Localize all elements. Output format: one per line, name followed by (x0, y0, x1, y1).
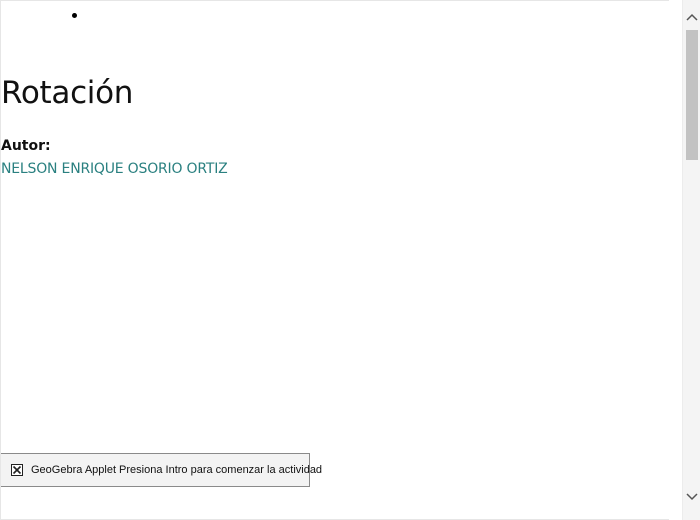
applet-label: GeoGebra Applet Presiona Intro para come… (31, 464, 323, 476)
chevron-up-icon[interactable] (683, 8, 700, 26)
author-link[interactable]: NELSON ENRIQUE OSORIO ORTIZ (1, 161, 228, 177)
chevron-down-icon[interactable] (683, 488, 700, 506)
author-label: Autor: (1, 138, 51, 154)
page-content-area: Rotación Autor: NELSON ENRIQUE OSORIO OR… (0, 0, 669, 520)
page-title: Rotación (1, 75, 134, 111)
broken-image-icon (11, 464, 23, 476)
scrollbar-thumb[interactable] (686, 30, 698, 160)
bullet-dot (72, 13, 77, 18)
vertical-scrollbar[interactable] (682, 0, 700, 520)
geogebra-applet-placeholder[interactable]: GeoGebra Applet Presiona Intro para come… (1, 453, 322, 487)
